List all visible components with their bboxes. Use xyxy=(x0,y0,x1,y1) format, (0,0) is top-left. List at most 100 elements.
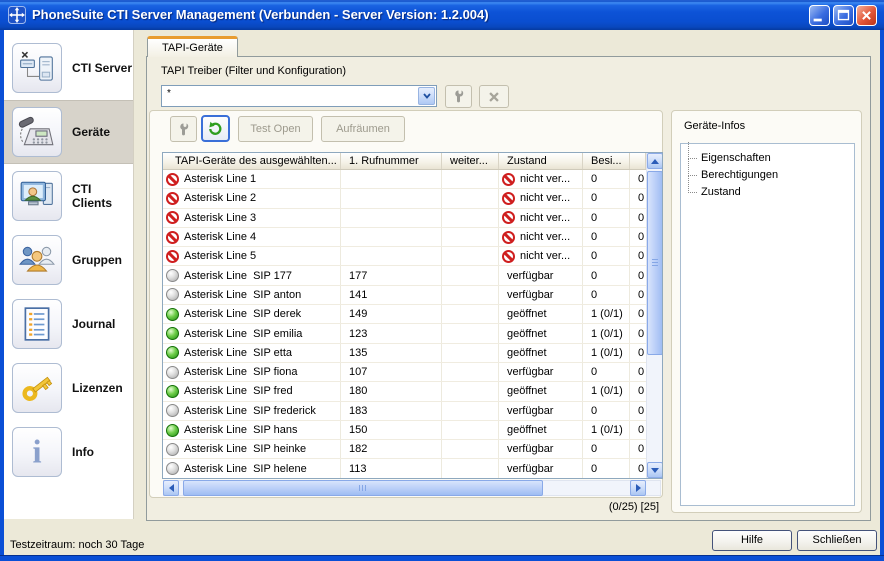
device-state: geöffnet xyxy=(507,424,547,436)
table-cell: 0 xyxy=(630,286,646,304)
sidebar-item-geraete[interactable]: Geräte xyxy=(4,100,133,164)
table-row[interactable]: Asterisk Line SIP emilia123geöffnet1 (0/… xyxy=(163,324,646,343)
device-state: nicht ver... xyxy=(520,212,570,224)
test-open-button[interactable]: Test Open xyxy=(238,116,313,142)
column-header[interactable]: Besi... xyxy=(583,153,630,169)
table-row[interactable]: Asterisk Line 5nicht ver...00 xyxy=(163,247,646,266)
status-open-icon xyxy=(166,424,179,437)
scroll-down-button[interactable] xyxy=(647,462,663,478)
sidebar-item-info[interactable]: i Info xyxy=(4,420,133,484)
table-row[interactable]: Asterisk Line SIP heinke182verfügbar00 xyxy=(163,440,646,459)
scroll-left-button[interactable] xyxy=(163,480,179,496)
device-state: verfügbar xyxy=(507,443,553,455)
device-name: Asterisk Line SIP hans xyxy=(184,424,298,436)
table-cell: 0 xyxy=(583,402,630,420)
table-cell: verfügbar xyxy=(499,459,583,477)
table-cell xyxy=(442,189,499,207)
horizontal-scroll-thumb[interactable] xyxy=(183,480,543,496)
filter-configure-button[interactable] xyxy=(445,85,472,108)
status-idle-icon xyxy=(166,366,179,379)
table-row[interactable]: Asterisk Line SIP derek149geöffnet1 (0/1… xyxy=(163,305,646,324)
table-cell: 0 xyxy=(583,209,630,227)
scroll-up-button[interactable] xyxy=(647,153,663,169)
close-dialog-button[interactable]: Schließen xyxy=(797,530,877,551)
maximize-button[interactable] xyxy=(833,5,854,26)
table-cell: Asterisk Line SIP 177 xyxy=(163,266,341,284)
table-cell: geöffnet xyxy=(499,382,583,400)
cleanup-button[interactable]: Aufräumen xyxy=(321,116,405,142)
tab-page: TAPI Treiber (Filter und Konfiguration) … xyxy=(146,56,871,521)
scroll-right-button[interactable] xyxy=(630,480,646,496)
table-cell: geöffnet xyxy=(499,421,583,439)
tree-item-zustand[interactable]: Zustand xyxy=(681,184,854,201)
table-row[interactable]: Asterisk Line SIP etta135geöffnet1 (0/1)… xyxy=(163,344,646,363)
table-cell: Asterisk Line SIP fiona xyxy=(163,363,341,381)
device-info-tree: Eigenschaften Berechtigungen Zustand xyxy=(680,143,855,506)
table-cell: 1 (0/1) xyxy=(583,324,630,342)
horizontal-scrollbar[interactable] xyxy=(163,480,661,496)
table-row[interactable]: Asterisk Line 3nicht ver...00 xyxy=(163,209,646,228)
tab-tapi-geraete[interactable]: TAPI-Geräte xyxy=(147,36,238,57)
help-button[interactable]: Hilfe xyxy=(712,530,792,551)
window-title: PhoneSuite CTI Server Management (Verbun… xyxy=(32,0,489,29)
combobox-dropdown-button[interactable] xyxy=(418,87,435,105)
close-button[interactable] xyxy=(856,5,877,26)
table-row[interactable]: Asterisk Line SIP fiona107verfügbar00 xyxy=(163,363,646,382)
table-row[interactable]: Asterisk Line 2nicht ver...00 xyxy=(163,189,646,208)
column-header[interactable]: Zustand xyxy=(499,153,583,169)
minimize-button[interactable] xyxy=(809,5,830,26)
table-cell xyxy=(341,189,442,207)
device-name: Asterisk Line 3 xyxy=(184,212,256,224)
device-name: Asterisk Line SIP etta xyxy=(184,347,292,359)
application-window: PhoneSuite CTI Server Management (Verbun… xyxy=(0,0,884,561)
vertical-scroll-thumb[interactable] xyxy=(647,171,663,355)
sidebar-item-lizenzen[interactable]: Lizenzen xyxy=(4,356,133,420)
table-cell: 0 xyxy=(630,363,646,381)
table-cell: 182 xyxy=(341,440,442,458)
table-row[interactable]: Asterisk Line SIP fred180geöffnet1 (0/1)… xyxy=(163,382,646,401)
table-cell xyxy=(442,440,499,458)
table-cell xyxy=(442,209,499,227)
table-cell: geöffnet xyxy=(499,305,583,323)
column-header[interactable] xyxy=(630,153,646,169)
device-state: nicht ver... xyxy=(520,192,570,204)
filter-clear-button[interactable] xyxy=(479,85,509,108)
status-idle-icon xyxy=(166,288,179,301)
sidebar-item-cti-clients[interactable]: CTI Clients xyxy=(4,164,133,228)
device-info-panel: Geräte-Infos Eigenschaften Berechtigunge… xyxy=(671,110,862,513)
table-row[interactable]: Asterisk Line 1nicht ver...00 xyxy=(163,170,646,189)
titlebar[interactable]: PhoneSuite CTI Server Management (Verbun… xyxy=(0,0,884,30)
sidebar-item-cti-server[interactable]: CTI Server xyxy=(4,36,133,100)
refresh-button[interactable] xyxy=(201,115,230,142)
table-cell xyxy=(442,382,499,400)
column-header[interactable]: weiter... xyxy=(442,153,499,169)
tapi-driver-combobox[interactable]: * xyxy=(161,85,437,107)
wrench-icon xyxy=(180,123,188,135)
status-blocked-icon xyxy=(502,211,515,224)
tree-item-berechtigungen[interactable]: Berechtigungen xyxy=(681,167,854,184)
device-configure-button[interactable] xyxy=(170,116,197,142)
vertical-scrollbar[interactable] xyxy=(646,153,662,478)
table-row[interactable]: Asterisk Line 4nicht ver...00 xyxy=(163,228,646,247)
sidebar-label: Lizenzen xyxy=(72,381,123,395)
device-info-title: Geräte-Infos xyxy=(684,120,745,132)
table-row[interactable]: Asterisk Line SIP anton141verfügbar00 xyxy=(163,286,646,305)
sidebar-label: Journal xyxy=(72,317,115,331)
table-cell: 141 xyxy=(341,286,442,304)
tree-item-eigenschaften[interactable]: Eigenschaften xyxy=(681,150,854,167)
table-row[interactable]: Asterisk Line SIP hans150geöffnet1 (0/1)… xyxy=(163,421,646,440)
table-cell: Asterisk Line 4 xyxy=(163,228,341,246)
device-state: verfügbar xyxy=(507,405,553,417)
table-row[interactable]: Asterisk Line SIP 177177verfügbar00 xyxy=(163,266,646,285)
table-cell: Asterisk Line SIP anton xyxy=(163,286,341,304)
table-row[interactable]: Asterisk Line SIP helene113verfügbar00 xyxy=(163,459,646,478)
table-cell: 135 xyxy=(341,344,442,362)
column-header[interactable]: TAPI-Geräte des ausgewählten... xyxy=(163,153,341,169)
table-cell: 0 xyxy=(630,324,646,342)
arrow-right-icon xyxy=(636,484,641,492)
device-name: Asterisk Line SIP heinke xyxy=(184,443,306,455)
sidebar-item-gruppen[interactable]: Gruppen xyxy=(4,228,133,292)
sidebar-item-journal[interactable]: Journal xyxy=(4,292,133,356)
table-row[interactable]: Asterisk Line SIP frederick183verfügbar0… xyxy=(163,402,646,421)
column-header[interactable]: 1. Rufnummer xyxy=(341,153,442,169)
